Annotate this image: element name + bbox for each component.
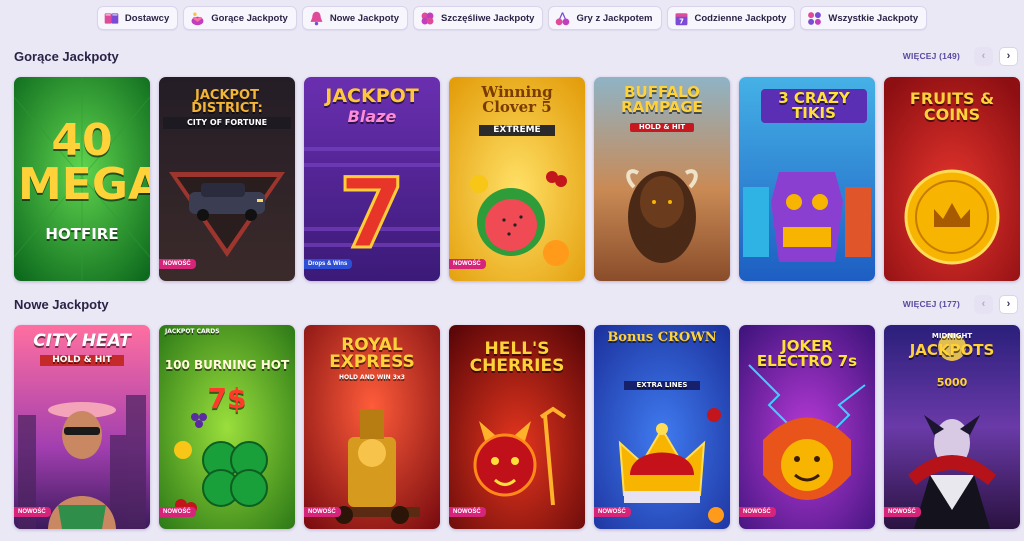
game-card[interactable]: BUFFALO RAMPAGE HOLD & HIT [594,77,730,281]
new-badge: NOWOŚĆ [739,507,776,517]
game-card[interactable]: Bonus CROWN EXTRA LINES NOWOŚĆ [594,325,730,529]
game-title: HELL'S CHERRIES [469,339,565,376]
game-card[interactable]: JACKPOT CARDS 100 BURNING HOT 7$ NOWOŚĆ [159,325,295,529]
section-title: Gorące Jackpoty [14,48,119,64]
next-button[interactable]: › [999,46,1018,66]
game-art [594,325,730,529]
game-card[interactable]: ROYAL EXPRESS HOLD AND WIN 3x3 NOWOŚĆ [304,325,440,529]
game-title: JOKER ELECTRO 7s [756,337,858,370]
game-title: JACKPOT DISTRICT: [191,88,263,116]
game-title-text: 40 MEGA [18,115,150,210]
category-all-jackpots[interactable]: Wszystkie Jackpoty [800,6,928,30]
new-badge: NOWOŚĆ [159,507,196,517]
game-subtitle: 5000 [936,376,968,389]
game-card[interactable]: JOKER ELECTRO 7s NOWOŚĆ [739,325,875,529]
game-card[interactable]: 3 CRAZY TIKIS [739,77,875,281]
game-card[interactable]: HELL'S CHERRIES NOWOŚĆ [449,325,585,529]
more-link[interactable]: WIĘCEJ (149) [903,51,960,61]
game-card[interactable]: Winning Clover 5 EXTREME NOWOŚĆ [449,77,585,281]
game-subtitle: HOLD & HIT [630,123,694,132]
category-jackpot-games[interactable]: Gry z Jackpotem [548,6,662,30]
more-link[interactable]: WIĘCEJ (177) [903,299,960,309]
game-top-label: JACKPOT CARDS [165,328,220,335]
category-label: Dostawcy [124,12,170,24]
game-card[interactable]: 40 MEGA HOTFIRE [14,77,150,281]
new-badge: NOWOŚĆ [594,507,631,517]
category-bar: Dostawcy Gorące Jackpoty Nowe Jackpoty S… [0,6,1024,30]
category-label: Nowe Jackpoty [329,12,399,24]
game-title: CITY HEAT [33,331,131,351]
svg-text:7: 7 [339,158,406,270]
hot-games-row: 40 MEGA HOTFIRE JACKPOT DISTRICT: CITY O… [14,77,1020,281]
game-subtitle: Blaze [347,107,397,126]
game-title: 40 MEGA [18,119,150,207]
game-card[interactable]: 7 JACKPOT Blaze Drops & Wins [304,77,440,281]
book-icon [103,10,120,27]
cherries-icon [554,10,571,27]
game-title: Winning Clover 5 [481,83,553,116]
game-subtitle: HOLD & HIT [40,355,124,366]
game-card[interactable]: JACKPOT DISTRICT: CITY OF FORTUNE NOWOŚĆ [159,77,295,281]
game-subtitle: HOTFIRE [45,225,119,243]
new-badge: NOWOŚĆ [159,259,196,269]
game-subtitle: CITY OF FORTUNE [163,117,291,129]
clover-icon [419,10,436,27]
svg-text:7: 7 [679,17,684,25]
drops-badge: Drops & Wins [304,259,353,269]
category-dostawcy[interactable]: Dostawcy [96,6,179,30]
game-title: 100 BURNING HOT [164,358,290,372]
category-label: Codzienne Jackpoty [694,12,787,24]
game-card[interactable]: FRUITS & COINS [884,77,1020,281]
game-subtitle: HOLD AND WIN 3x3 [339,374,405,381]
heart-pot-icon [189,10,206,27]
game-title: BUFFALO RAMPAGE [621,83,703,116]
category-daily-jackpots[interactable]: 7 Codzienne Jackpoty [666,6,796,30]
game-title: 3 CRAZY TIKIS [761,89,867,123]
bell-icon [308,10,325,27]
category-new-jackpots[interactable]: Nowe Jackpoty [301,6,408,30]
section-title: Nowe Jackpoty [14,296,109,312]
hot-section-header: Gorące Jackpoty WIĘCEJ (149) ‹ › [14,44,1018,68]
category-label: Gorące Jackpoty [211,12,288,24]
game-subtitle: EXTRA LINES [624,381,700,390]
category-label: Szczęśliwe Jackpoty [440,12,535,24]
calendar-icon: 7 [673,10,690,27]
new-badge: NOWOŚĆ [304,507,341,517]
new-badge: NOWOŚĆ [884,507,921,517]
game-title: JACKPOT [325,85,419,107]
game-subtitle: EXTREME [479,125,555,136]
game-subtitle: 7$ [207,382,247,415]
game-art [159,325,295,529]
game-title-top: MIDNIGHT [931,332,973,340]
category-label: Wszystkie Jackpoty [828,12,919,24]
game-title: JACKPOTS [909,341,995,359]
category-hot-jackpots[interactable]: Gorące Jackpoty [183,6,297,30]
new-section-header: Nowe Jackpoty WIĘCEJ (177) ‹ › [14,292,1018,316]
game-title: FRUITS & COINS [909,89,995,124]
game-title: ROYAL EXPRESS [329,335,415,372]
new-badge: NOWOŚĆ [14,507,51,517]
prev-button[interactable]: ‹ [974,46,993,66]
category-lucky-jackpots[interactable]: Szczęśliwe Jackpoty [412,6,544,30]
game-card[interactable]: CITY HEAT HOLD & HIT NOWOŚĆ [14,325,150,529]
new-badge: NOWOŚĆ [449,507,486,517]
new-badge: NOWOŚĆ [449,259,486,269]
grid-icon [806,10,823,27]
new-games-row: CITY HEAT HOLD & HIT NOWOŚĆ JACKPOT CARD… [14,325,1020,529]
category-label: Gry z Jackpotem [576,12,653,24]
prev-button[interactable]: ‹ [974,294,993,314]
next-button[interactable]: › [999,294,1018,314]
game-card[interactable]: MIDNIGHT JACKPOTS 5000 NOWOŚĆ [884,325,1020,529]
game-title: Bonus CROWN [607,330,717,345]
